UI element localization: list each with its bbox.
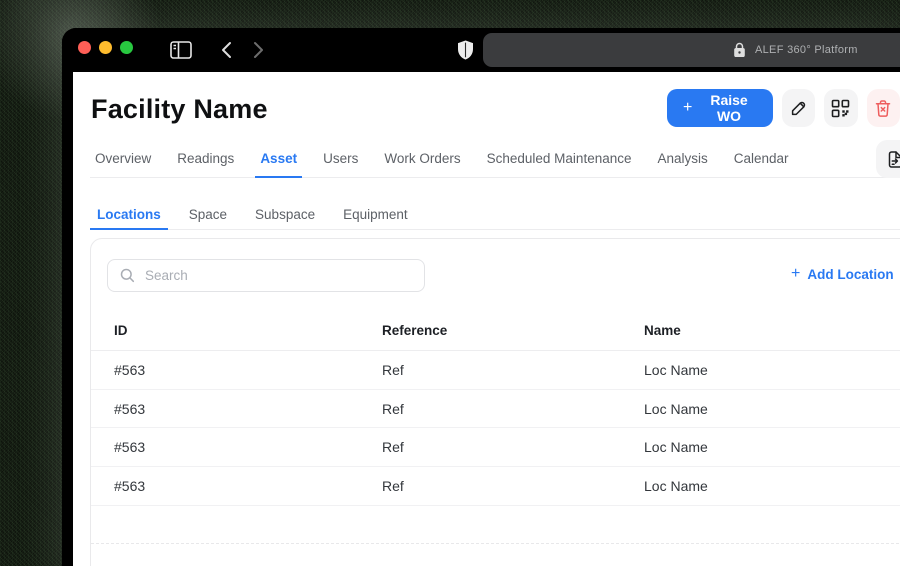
locations-table: ID Reference Name #563 Ref Loc Name #563… [91, 311, 900, 545]
search-icon [120, 268, 135, 283]
add-location-button[interactable]: + Add Location [791, 265, 894, 283]
back-icon[interactable] [220, 28, 233, 72]
forward-icon[interactable] [252, 28, 265, 72]
table-row[interactable]: #563 Ref Loc Name [91, 390, 900, 429]
subtab-equipment[interactable]: Equipment [336, 201, 415, 230]
search-box [107, 259, 425, 292]
cell-id: #563 [114, 439, 146, 456]
raise-wo-button[interactable]: + Raise WO [667, 89, 773, 127]
address-bar[interactable]: ALEF 360° Platform [483, 33, 900, 67]
tab-overview[interactable]: Overview [90, 141, 156, 178]
cell-reference: Ref [382, 400, 404, 417]
tab-readings[interactable]: Readings [172, 141, 239, 178]
browser-window: ALEF 360° Platform Facility Name + Raise… [62, 28, 900, 566]
cell-name: Loc Name [644, 439, 708, 456]
cell-id: #563 [114, 361, 146, 378]
page-title: Facility Name [91, 94, 268, 124]
empty-table-row [91, 506, 900, 545]
page-content: Facility Name + Raise WO Overview Readin… [73, 72, 900, 566]
close-window-button[interactable] [78, 41, 91, 54]
tab-analysis[interactable]: Analysis [652, 141, 712, 178]
pencil-icon [789, 99, 808, 118]
locations-card: + Add Location ID Reference Name #563 Re… [90, 238, 900, 566]
cell-id: #563 [114, 477, 146, 494]
tab-users[interactable]: Users [318, 141, 363, 178]
zoom-window-button[interactable] [120, 41, 133, 54]
cell-name: Loc Name [644, 400, 708, 417]
edit-button[interactable] [781, 89, 816, 127]
cell-name: Loc Name [644, 361, 708, 378]
shield-icon[interactable] [457, 28, 474, 72]
add-location-label: Add Location [807, 266, 894, 282]
tab-calendar[interactable]: Calendar [729, 141, 794, 178]
tab-scheduled-maintenance[interactable]: Scheduled Maintenance [482, 141, 637, 178]
table-row[interactable]: #563 Ref Loc Name [91, 351, 900, 390]
plus-icon: + [683, 99, 693, 116]
minimize-window-button[interactable] [99, 41, 112, 54]
column-header-name: Name [644, 323, 681, 338]
header-actions: + Raise WO [667, 89, 900, 127]
subtab-locations[interactable]: Locations [90, 201, 168, 230]
qr-code-button[interactable] [824, 89, 858, 127]
raise-wo-label: Raise WO [710, 92, 748, 124]
trash-icon [874, 99, 892, 118]
lock-icon [733, 42, 746, 58]
table-row[interactable]: #563 Ref Loc Name [91, 467, 900, 506]
search-input[interactable] [145, 268, 412, 283]
cell-reference: Ref [382, 477, 404, 494]
sidebar-toggle-icon[interactable] [170, 28, 192, 72]
cell-id: #563 [114, 400, 146, 417]
tab-work-orders[interactable]: Work Orders [379, 141, 465, 178]
column-header-reference: Reference [382, 323, 448, 338]
main-tabs: Overview Readings Asset Users Work Order… [90, 140, 900, 178]
table-header-row: ID Reference Name [91, 311, 900, 351]
tab-asset[interactable]: Asset [255, 141, 303, 178]
document-export-icon [886, 150, 900, 169]
plus-icon: + [791, 265, 801, 282]
window-controls [78, 41, 133, 54]
column-header-id: ID [114, 323, 128, 338]
table-row[interactable]: #563 Ref Loc Name [91, 428, 900, 468]
subtab-subspace[interactable]: Subspace [248, 201, 322, 230]
subtab-space[interactable]: Space [182, 201, 234, 230]
asset-subtabs: Locations Space Subspace Equipment [90, 200, 900, 230]
cell-reference: Ref [382, 361, 404, 378]
export-report-button[interactable] [876, 140, 900, 178]
cell-reference: Ref [382, 439, 404, 456]
cell-name: Loc Name [644, 477, 708, 494]
qr-code-icon [831, 99, 850, 118]
browser-titlebar: ALEF 360° Platform [62, 28, 900, 72]
delete-button[interactable] [866, 89, 900, 127]
site-label: ALEF 360° Platform [755, 44, 858, 56]
